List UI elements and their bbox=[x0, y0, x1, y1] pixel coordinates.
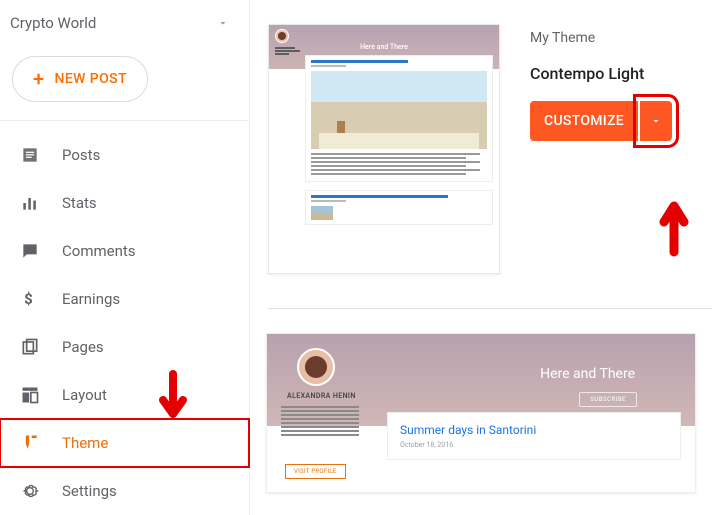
preview-post-card: Summer days in Santorini October 18, 201… bbox=[387, 412, 681, 460]
customize-button[interactable]: CUSTOMIZE bbox=[530, 101, 638, 141]
sidebar-item-stats[interactable]: Stats bbox=[0, 179, 249, 227]
preview-post-card bbox=[305, 55, 493, 182]
theme-name: Contempo Light bbox=[530, 64, 672, 83]
blog-name: Crypto World bbox=[10, 14, 96, 32]
sidebar-item-pages[interactable]: Pages bbox=[0, 323, 249, 371]
theme-info: My Theme Contempo Light CUSTOMIZE bbox=[530, 24, 672, 141]
sidebar-item-label: Pages bbox=[62, 338, 104, 356]
my-theme-label: My Theme bbox=[530, 30, 672, 46]
sidebar: Crypto World + NEW POST Posts Stats Comm… bbox=[0, 0, 250, 515]
sidebar-item-label: Settings bbox=[62, 482, 117, 500]
preview-sidebar-text bbox=[275, 47, 303, 56]
chevron-down-icon bbox=[650, 115, 662, 127]
svg-text:$: $ bbox=[24, 290, 33, 308]
sidebar-item-label: Theme bbox=[62, 434, 108, 452]
sidebar-item-label: Posts bbox=[62, 146, 100, 164]
preview-author-name: ALEXANDRA HENIN bbox=[287, 392, 356, 400]
new-post-container: + NEW POST bbox=[0, 46, 249, 121]
earnings-icon: $ bbox=[20, 289, 40, 309]
chevron-down-icon bbox=[217, 17, 229, 29]
new-post-label: NEW POST bbox=[55, 71, 127, 87]
stats-icon bbox=[20, 193, 40, 213]
main-content: Here and There My Theme Co bbox=[250, 0, 712, 515]
sidebar-item-earnings[interactable]: $ Earnings bbox=[0, 275, 249, 323]
sidebar-item-settings[interactable]: Settings bbox=[0, 467, 249, 515]
sidebar-item-posts[interactable]: Posts bbox=[0, 131, 249, 179]
current-theme-row: Here and There My Theme Co bbox=[268, 24, 712, 274]
posts-icon bbox=[20, 145, 40, 165]
preview-subscribe-button: SUBSCRIBE bbox=[579, 392, 637, 407]
avatar bbox=[275, 29, 289, 43]
blog-selector[interactable]: Crypto World bbox=[0, 0, 249, 46]
theme-icon bbox=[20, 433, 40, 453]
annotation-arrow-down-icon bbox=[155, 370, 191, 430]
plus-icon: + bbox=[33, 67, 45, 91]
sidebar-item-label: Layout bbox=[62, 386, 107, 404]
preview-post-title: Summer days in Santorini bbox=[400, 423, 668, 437]
divider bbox=[268, 308, 712, 309]
gear-icon bbox=[20, 481, 40, 501]
preview-author-bio bbox=[281, 406, 359, 438]
sidebar-item-label: Earnings bbox=[62, 290, 120, 308]
sidebar-item-label: Comments bbox=[62, 242, 136, 260]
customize-group: CUSTOMIZE bbox=[530, 101, 672, 141]
theme-preview-small[interactable]: Here and There bbox=[268, 24, 500, 274]
preview-post-date: October 18, 2016 bbox=[400, 441, 668, 449]
customize-dropdown-button[interactable] bbox=[640, 101, 672, 141]
theme-preview-large[interactable]: ALEXANDRA HENIN Here and There SUBSCRIBE… bbox=[266, 333, 696, 493]
sidebar-item-label: Stats bbox=[62, 194, 97, 212]
sidebar-item-comments[interactable]: Comments bbox=[0, 227, 249, 275]
pages-icon bbox=[20, 337, 40, 357]
preview-visit-profile: VISIT PROFILE bbox=[285, 464, 346, 479]
preview-hero-title: Here and There bbox=[360, 43, 408, 51]
sidebar-item-layout[interactable]: Layout bbox=[0, 371, 249, 419]
sidebar-item-theme[interactable]: Theme bbox=[0, 419, 249, 467]
layout-icon bbox=[20, 385, 40, 405]
comments-icon bbox=[20, 241, 40, 261]
sidebar-nav: Posts Stats Comments $ Earnings Pages La… bbox=[0, 121, 249, 515]
avatar bbox=[297, 348, 335, 386]
preview-hero-title: Here and There bbox=[540, 366, 635, 382]
preview-post-card bbox=[305, 190, 493, 225]
annotation-arrow-up-icon bbox=[656, 192, 692, 258]
new-post-button[interactable]: + NEW POST bbox=[12, 56, 148, 102]
